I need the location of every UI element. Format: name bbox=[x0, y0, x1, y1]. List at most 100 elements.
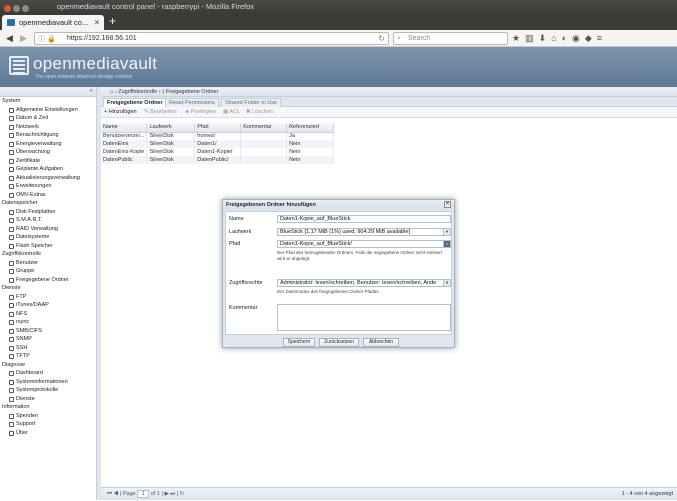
library-icon[interactable]: ▥ bbox=[525, 33, 539, 43]
folder-browse-icon[interactable]: ▪ bbox=[443, 241, 450, 247]
path-field[interactable]: Daten1-Kopie_auf_BlueStick/ ▪ bbox=[277, 240, 451, 248]
first-page-icon[interactable]: ⏮ bbox=[107, 491, 112, 497]
minimize-window-icon[interactable] bbox=[13, 5, 20, 12]
sidebar-item[interactable]: Spenden bbox=[0, 412, 96, 421]
close-tab-icon[interactable]: ✕ bbox=[94, 15, 100, 30]
column-header[interactable]: Referenziert bbox=[286, 123, 334, 133]
cancel-button[interactable]: Abbrechen bbox=[363, 338, 399, 347]
sidebar-group[interactable]: Information bbox=[0, 403, 96, 412]
sidebar-group[interactable]: Diagnose bbox=[0, 361, 96, 370]
sidebar-item[interactable]: Systemprotokolle bbox=[0, 386, 96, 395]
sidebar-item[interactable]: Netzwerk bbox=[0, 123, 96, 132]
sidebar-item[interactable]: Erweiterungen bbox=[0, 182, 96, 191]
table-row[interactable]: DatenEins SilverDisk Daten1/Nein bbox=[101, 140, 334, 148]
close-icon[interactable]: ✕ bbox=[444, 201, 451, 208]
chevron-down-icon[interactable]: ▼ bbox=[443, 229, 450, 235]
sidebar-item[interactable]: Dienste bbox=[0, 395, 96, 404]
sidebar-item[interactable]: Flash Speicher bbox=[0, 242, 96, 251]
tab-shared-folder-in-use[interactable]: Shared Folder in Use bbox=[221, 98, 281, 107]
edit-button[interactable]: ✎ Bearbeiten bbox=[144, 107, 177, 118]
table-row[interactable]: DatenPublic SilverDisk DatenPublic/Nein bbox=[101, 156, 334, 164]
extension-icon[interactable]: ◐ bbox=[562, 33, 572, 43]
sidebar-item[interactable]: iTunes/DAAP bbox=[0, 301, 96, 310]
pocket-icon[interactable]: ◉ bbox=[572, 33, 585, 43]
drive-select[interactable]: BlueStick [1.17 MiB (1%) used, 904.29 Mi… bbox=[277, 228, 451, 236]
next-page-icon[interactable]: ▶ bbox=[165, 491, 169, 497]
comment-textarea[interactable] bbox=[277, 304, 451, 331]
sidebar-item[interactable]: Dashboard bbox=[0, 369, 96, 378]
sidebar-item[interactable]: SMB/CIFS bbox=[0, 327, 96, 336]
sidebar-item[interactable]: S.M.A.R.T. bbox=[0, 216, 96, 225]
sidebar-item[interactable]: Benutzer bbox=[0, 259, 96, 268]
sidebar-item[interactable]: Benachrichtigung bbox=[0, 131, 96, 140]
back-icon[interactable]: ◀ bbox=[3, 32, 16, 45]
sidebar-item[interactable]: Energieverwaltung bbox=[0, 140, 96, 149]
page-input[interactable]: 1 bbox=[137, 489, 150, 498]
privileges-button[interactable]: ◈ Privilegien bbox=[185, 107, 216, 118]
maximize-window-icon[interactable] bbox=[22, 5, 29, 12]
collapse-sidebar-icon[interactable]: « bbox=[90, 88, 93, 94]
delete-button[interactable]: ✖ Löschen bbox=[246, 107, 273, 118]
last-page-icon[interactable]: ⏭ bbox=[170, 491, 175, 497]
sidebar-group[interactable]: System bbox=[0, 97, 96, 106]
table-row[interactable]: Benutzerverzei... SilverDisk homes/Ja bbox=[101, 132, 334, 140]
column-header[interactable]: Name bbox=[101, 123, 148, 133]
sidebar-item[interactable]: Systeminformationen bbox=[0, 378, 96, 387]
sidebar-item[interactable]: Gruppe bbox=[0, 267, 96, 276]
search-input[interactable]: ⌕ Search bbox=[393, 32, 508, 45]
column-header[interactable]: Laufwerk bbox=[146, 123, 196, 133]
download-icon[interactable]: ⬇ bbox=[539, 33, 552, 43]
new-tab-icon[interactable]: + bbox=[109, 14, 116, 28]
sidebar-item-icon bbox=[9, 379, 14, 385]
bookmark-star-icon[interactable]: ★ bbox=[512, 33, 525, 43]
prev-page-icon[interactable]: ◀ bbox=[113, 491, 118, 497]
sidebar-item[interactable]: rsync bbox=[0, 318, 96, 327]
sidebar-item[interactable]: SNMP bbox=[0, 335, 96, 344]
menu-icon[interactable]: ≡ bbox=[597, 33, 607, 43]
add-button[interactable]: + Hinzufügen bbox=[104, 107, 137, 118]
sidebar-item[interactable]: Überwachung bbox=[0, 148, 96, 157]
sidebar-item[interactable]: NFS bbox=[0, 310, 96, 319]
home-icon[interactable]: ⌂ bbox=[551, 33, 561, 43]
sidebar-item[interactable]: Datum & Zeit bbox=[0, 114, 96, 123]
reset-button[interactable]: Zurücksetzen bbox=[319, 338, 359, 347]
acl-button[interactable]: ▦ ACL bbox=[223, 107, 240, 118]
sidebar-group[interactable]: Zugriffskontrolle bbox=[0, 250, 96, 259]
url-bar[interactable]: ⓘ 🔒 https://192.168.56.101 ↻ bbox=[34, 32, 389, 45]
close-window-icon[interactable] bbox=[4, 5, 11, 12]
breadcrumb-item-access[interactable]: Zugriffskontrolle bbox=[118, 89, 157, 95]
save-button[interactable]: Speichern bbox=[283, 338, 315, 347]
sidebar-item[interactable]: Allgemeine Einstellungen bbox=[0, 106, 96, 115]
sidebar-item[interactable]: Geplante Aufgaben bbox=[0, 165, 96, 174]
shield-icon[interactable]: ◆ bbox=[585, 33, 597, 43]
tab-shared-folders[interactable]: Freigegebene Ordner bbox=[103, 98, 167, 107]
chevron-down-icon[interactable]: ▼ bbox=[443, 280, 450, 286]
site-info-icon[interactable]: ⓘ 🔒 bbox=[38, 34, 56, 45]
tab-reset-permissions[interactable]: Reset Permissions bbox=[165, 98, 219, 107]
sidebar-item[interactable]: Dateisysteme bbox=[0, 233, 96, 242]
sidebar-item[interactable]: FTP bbox=[0, 293, 96, 302]
sidebar-item[interactable]: TFTP bbox=[0, 352, 96, 361]
sidebar-item[interactable]: Disk Festplatten bbox=[0, 208, 96, 217]
column-header[interactable]: Pfad bbox=[194, 123, 242, 133]
reload-icon[interactable]: ↻ bbox=[378, 33, 385, 44]
browser-tab[interactable]: openmediavault co... ✕ bbox=[2, 15, 104, 30]
sidebar-item[interactable]: Support bbox=[0, 420, 96, 429]
sidebar-item[interactable]: RAID Verwaltung bbox=[0, 225, 96, 234]
name-field[interactable]: Daten1-Kopie_auf_BlueStick bbox=[277, 215, 451, 223]
refresh-icon[interactable]: ↻ bbox=[180, 491, 185, 497]
breadcrumb-home-icon[interactable]: ⌂ › bbox=[110, 89, 117, 95]
column-header[interactable]: Kommentar bbox=[240, 123, 288, 133]
table-row[interactable]: DatenEins-Kopie SilverDisk Daten1-Kopie/Ne… bbox=[101, 148, 334, 156]
sidebar-group[interactable]: Dienste bbox=[0, 284, 96, 293]
sidebar-item[interactable]: Freigegebene Ordner bbox=[0, 276, 96, 285]
sidebar-item[interactable]: OMV-Extras bbox=[0, 191, 96, 200]
permissions-select[interactable]: Administrator: lesen/schreiben, Benutzer… bbox=[277, 279, 451, 287]
toolbar-icons[interactable]: ★▥⬇⌂◐◉◆≡ bbox=[512, 33, 607, 44]
sidebar-item[interactable]: Über bbox=[0, 429, 96, 438]
sidebar-item[interactable]: SSH bbox=[0, 344, 96, 353]
sidebar-group[interactable]: Datenspeicher bbox=[0, 199, 96, 208]
sidebar-item[interactable]: Zertifikate bbox=[0, 157, 96, 166]
forward-icon[interactable]: ▶ bbox=[17, 32, 30, 45]
sidebar-item[interactable]: Aktualisierungsverwaltung bbox=[0, 174, 96, 183]
